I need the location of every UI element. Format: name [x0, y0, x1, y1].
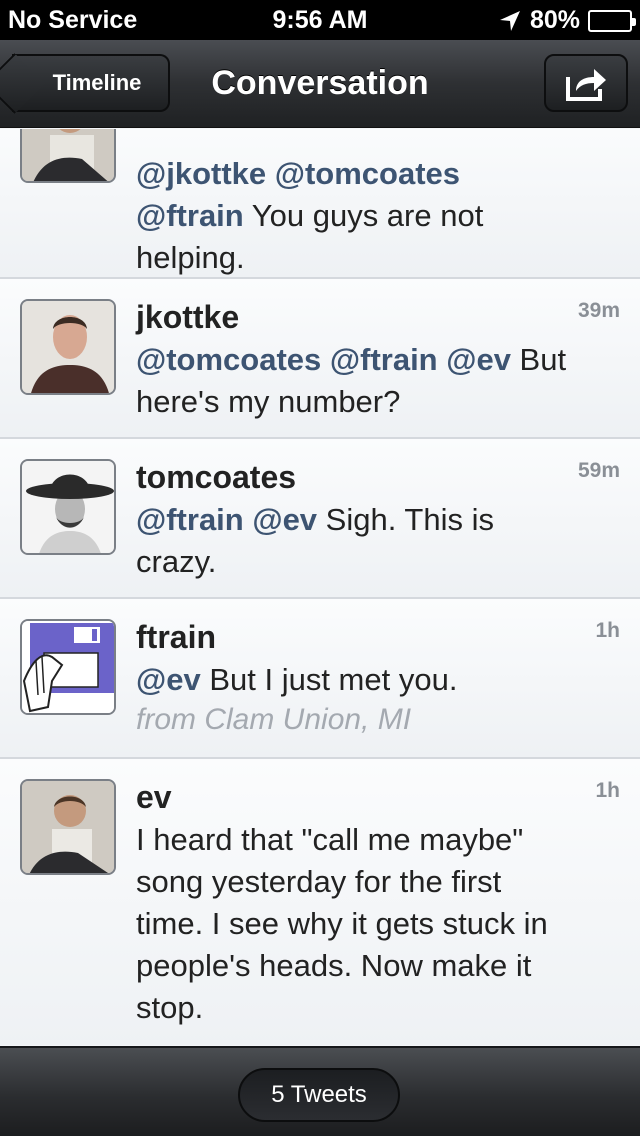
- tweet-body: song yesterday for the first: [136, 864, 502, 899]
- avatar-image: [22, 781, 114, 873]
- tweet-location: from Clam Union, MI: [136, 703, 412, 736]
- tweet-username[interactable]: jkottke: [136, 299, 239, 336]
- tweet-body: But I just met you.: [200, 662, 458, 697]
- tweet-count-label: 5 Tweets: [271, 1081, 367, 1108]
- tweet-username[interactable]: ftrain: [136, 619, 216, 656]
- status-bar: No Service 9:56 AM 80%: [0, 0, 640, 40]
- tweet-age: 1h: [595, 619, 620, 642]
- tweet-text: @ev But I just met you.: [136, 659, 626, 701]
- tweet-body: helping.: [136, 240, 245, 275]
- avatar-image: [22, 461, 114, 553]
- tweet-mentions[interactable]: @tomcoates @ftrain @ev: [136, 342, 511, 377]
- avatar[interactable]: [20, 459, 116, 555]
- tweet-text: @jkottke @tomcoates @ftrain You guys are…: [136, 153, 626, 279]
- tweet-mentions[interactable]: @ftrain @ev: [136, 502, 317, 537]
- tweet-body: here's my number?: [136, 384, 401, 419]
- tweet-body: stop.: [136, 990, 204, 1025]
- tweet-text: @ftrain @ev Sigh. This is crazy.: [136, 499, 626, 583]
- battery-icon: [588, 9, 636, 32]
- avatar[interactable]: [20, 299, 116, 395]
- avatar-image: [22, 301, 114, 393]
- tweet-body: crazy.: [136, 544, 217, 579]
- avatar[interactable]: [20, 129, 116, 183]
- tweet-username[interactable]: tomcoates: [136, 459, 296, 496]
- battery-percent: 80%: [529, 6, 580, 34]
- bottom-toolbar: 5 Tweets: [0, 1046, 640, 1136]
- tweet-mentions[interactable]: @jkottke @tomcoates: [136, 156, 460, 191]
- tweet-username[interactable]: ev: [136, 779, 172, 816]
- avatar[interactable]: [20, 619, 116, 715]
- tweet-mentions[interactable]: @ev: [136, 662, 201, 697]
- tweet-mentions[interactable]: @ftrain: [136, 198, 244, 233]
- tweet-count-button[interactable]: 5 Tweets: [238, 1068, 400, 1122]
- back-button-label: Timeline: [52, 70, 142, 95]
- tweet-text: I heard that "call me maybe" song yester…: [136, 819, 626, 1029]
- share-button[interactable]: [544, 54, 628, 112]
- tweet-body: people's heads. Now make it: [136, 948, 532, 983]
- tweet-age: 39m: [577, 299, 620, 322]
- tweet-row[interactable]: jkottke 39m @tomcoates @ftrain @ev But h…: [0, 279, 640, 439]
- tweet-row[interactable]: tomcoates 59m @ftrain @ev Sigh. This is …: [0, 439, 640, 599]
- avatar[interactable]: [20, 779, 116, 875]
- avatar-image: [22, 129, 114, 181]
- tweet-body: Sigh. This is: [317, 502, 494, 537]
- tweet-age: 1h: [595, 779, 620, 802]
- share-icon: [566, 69, 606, 101]
- tweet-body: time. I see why it gets stuck in: [136, 906, 548, 941]
- conversation-list[interactable]: @jkottke @tomcoates @ftrain You guys are…: [0, 129, 640, 1045]
- tweet-body: You guys are not: [243, 198, 484, 233]
- tweet-text: @tomcoates @ftrain @ev But here's my num…: [136, 339, 626, 423]
- status-indicators: 80%: [498, 6, 636, 35]
- avatar-image: [22, 621, 114, 713]
- location-arrow-icon: [499, 10, 520, 31]
- tweet-row[interactable]: @jkottke @tomcoates @ftrain You guys are…: [0, 129, 640, 279]
- tweet-body: I heard that "call me maybe": [136, 822, 524, 857]
- tweet-age: 59m: [577, 459, 620, 482]
- tweet-row[interactable]: ftrain 1h @ev But I just met you. from C…: [0, 599, 640, 759]
- tweet-body: But: [510, 342, 567, 377]
- navigation-bar: Timeline Conversation: [0, 40, 640, 128]
- tweet-row[interactable]: ev 1h I heard that "call me maybe" song …: [0, 759, 640, 1045]
